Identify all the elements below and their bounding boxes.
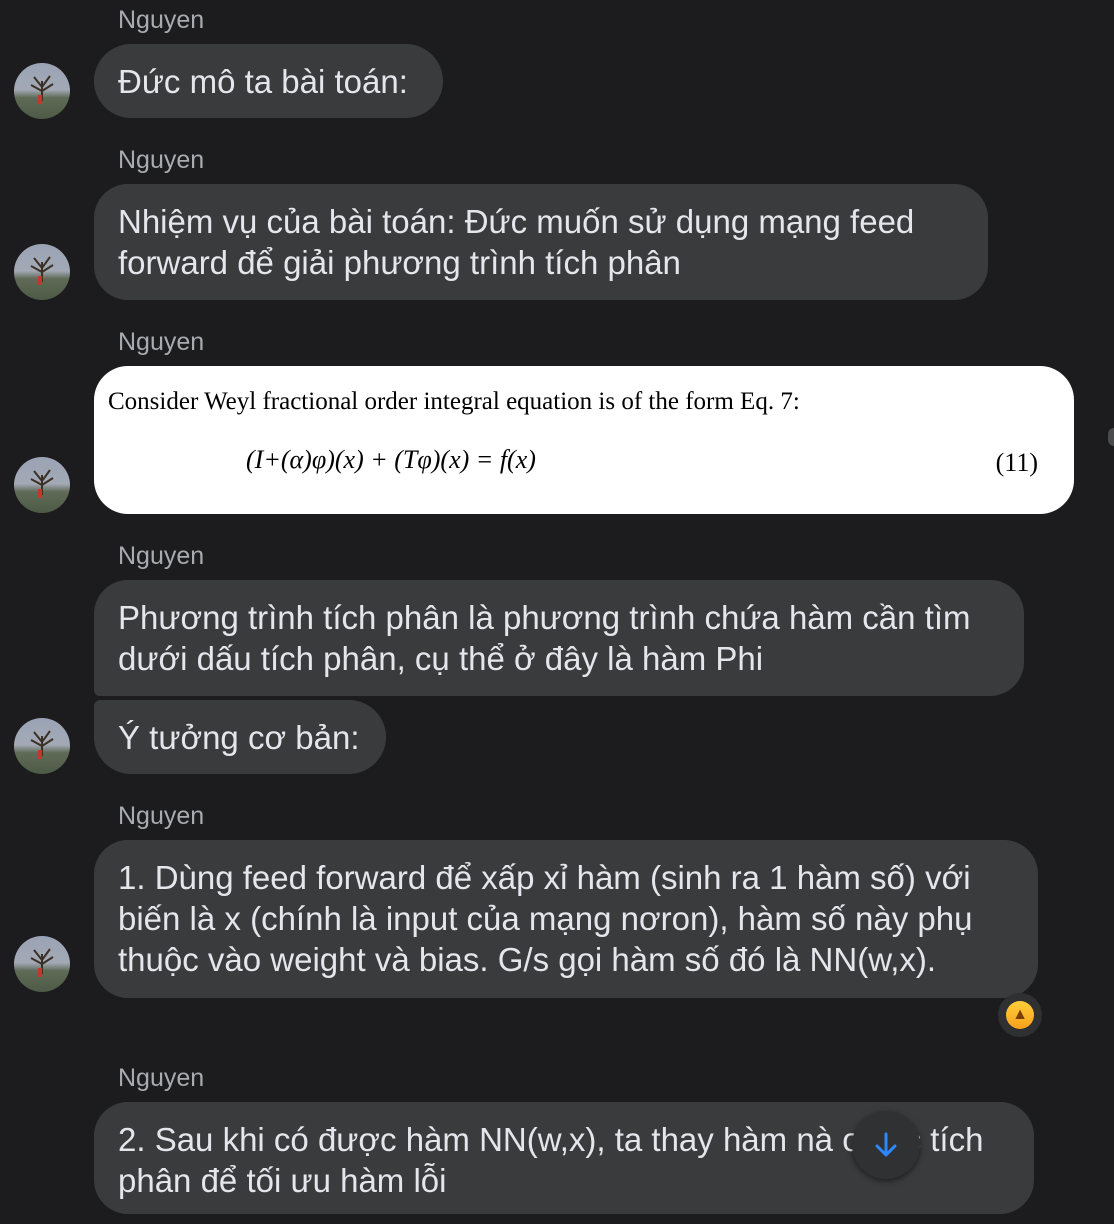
avatar[interactable]	[14, 63, 70, 119]
arrow-down-icon	[875, 1132, 897, 1157]
reaction-badge[interactable]: ▲	[998, 993, 1042, 1037]
message-text: 1. Dùng feed forward để xấp xỉ hàm (sinh…	[118, 859, 973, 978]
scroll-to-bottom-button[interactable]	[852, 1111, 920, 1179]
message-bubble[interactable]: Phương trình tích phân là phương trình c…	[94, 580, 1024, 696]
image-text-line: Consider Weyl fractional order integral …	[108, 388, 800, 415]
tree-icon	[30, 730, 54, 759]
sender-name: Nguyen	[118, 6, 205, 34]
avatar[interactable]	[14, 718, 70, 774]
avatar[interactable]	[14, 936, 70, 992]
message-text: Nhiệm vụ của bài toán: Đức muốn sử dụng …	[118, 203, 915, 281]
message-text: Phương trình tích phân là phương trình c…	[118, 599, 971, 677]
tree-icon	[30, 75, 54, 104]
scrollbar-handle[interactable]	[1108, 428, 1114, 446]
tree-icon	[30, 256, 54, 285]
sender-name: Nguyen	[118, 542, 205, 570]
avatar[interactable]	[14, 244, 70, 300]
message-bubble[interactable]: Nhiệm vụ của bài toán: Đức muốn sử dụng …	[94, 184, 988, 300]
thumbs-up-icon: ▲	[1006, 1001, 1034, 1029]
message-bubble[interactable]: 1. Dùng feed forward để xấp xỉ hàm (sinh…	[94, 840, 1038, 998]
tree-icon	[30, 469, 54, 498]
sender-name: Nguyen	[118, 802, 205, 830]
sender-name: Nguyen	[118, 328, 205, 356]
avatar[interactable]	[14, 457, 70, 513]
equation-number: (11)	[995, 448, 1038, 477]
message-bubble[interactable]: Đức mô ta bài toán:	[94, 44, 443, 118]
message-text: Ý tưởng cơ bản:	[118, 719, 360, 756]
sender-name: Nguyen	[118, 1064, 205, 1092]
tree-icon	[30, 948, 54, 977]
message-text: Đức mô ta bài toán:	[118, 63, 408, 100]
sender-name: Nguyen	[118, 146, 205, 174]
image-attachment[interactable]: Consider Weyl fractional order integral …	[94, 366, 1074, 514]
message-bubble[interactable]: Ý tưởng cơ bản:	[94, 700, 386, 774]
equation: (I+(α)φ)(x) + (Tφ)(x) = f(x)	[246, 445, 536, 474]
